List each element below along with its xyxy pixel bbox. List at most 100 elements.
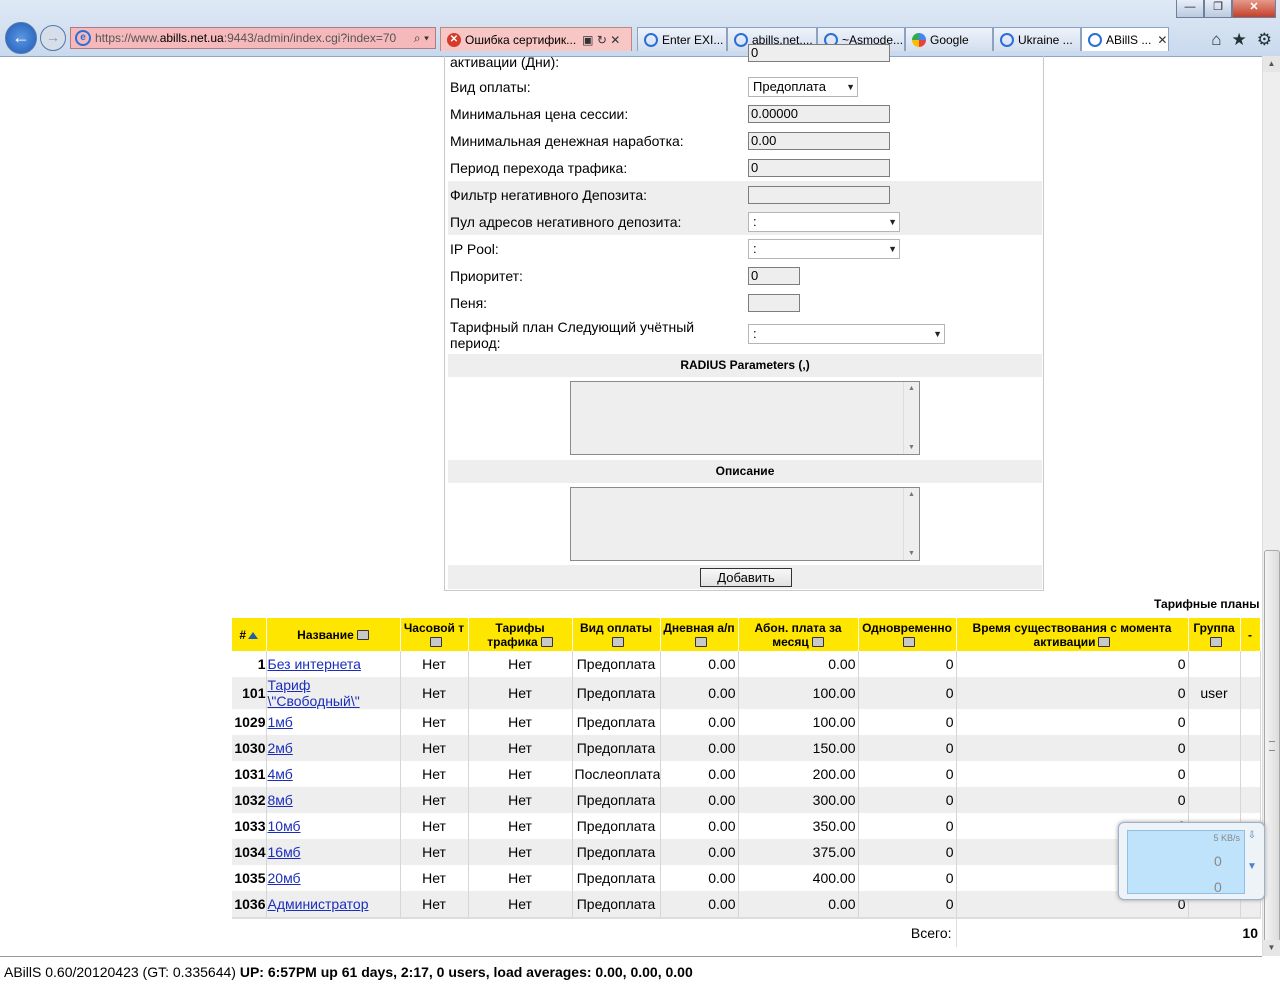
cell-simultaneous: 0	[858, 761, 957, 787]
tab-abills-active[interactable]: ABillS ... ✕	[1081, 27, 1169, 51]
close-tab-icon[interactable]: ✕	[1157, 28, 1167, 51]
sort-icon[interactable]	[1209, 637, 1222, 648]
cell-simultaneous: 0	[858, 813, 957, 839]
download-arrow-icon[interactable]: ⇩	[1245, 830, 1259, 861]
min-money-input[interactable]: 0.00	[748, 132, 890, 150]
cell-monthly: 100.00	[738, 709, 859, 735]
scroll-down-icon[interactable]: ▼	[1263, 940, 1280, 956]
tariff-link[interactable]: 10мб	[268, 818, 301, 834]
tariff-link[interactable]: 16мб	[268, 844, 301, 860]
add-button[interactable]: Добавить	[700, 568, 792, 587]
cell-name: 16мб	[266, 839, 401, 865]
textarea-scrollbar[interactable]: ▲ ▼	[903, 488, 919, 560]
address-url[interactable]: https://www.abills.net.ua:9443/admin/ind…	[95, 31, 414, 45]
address-bar[interactable]: e https://www.abills.net.ua:9443/admin/i…	[70, 27, 436, 49]
sort-icon[interactable]	[429, 637, 442, 648]
penalty-input[interactable]	[748, 294, 800, 312]
cell-id: 1036	[232, 891, 267, 918]
column-header-id[interactable]: #	[232, 618, 267, 651]
tariff-link[interactable]: 1мб	[268, 714, 293, 730]
tariff-link[interactable]: Без интернета	[268, 656, 361, 672]
favorites-star-icon[interactable]: ★	[1232, 30, 1247, 50]
cell-extra	[1240, 709, 1261, 735]
column-header-simultaneous[interactable]: Одновременно	[858, 618, 957, 651]
cell-id: 1033	[232, 813, 267, 839]
column-header-traffic[interactable]: Тарифы трафика	[468, 618, 573, 651]
expand-down-icon[interactable]: ▼	[1245, 861, 1259, 892]
cell-hourly: Нет	[400, 709, 469, 735]
tariff-link[interactable]: Тариф \"Свободный\"	[268, 677, 360, 709]
cell-monthly: 150.00	[738, 735, 859, 761]
column-header-group[interactable]: Группа	[1188, 618, 1241, 651]
cell-traffic: Нет	[468, 677, 573, 709]
activation-days-input[interactable]: 0	[748, 44, 890, 62]
sort-icon[interactable]	[694, 637, 707, 648]
cell-lifetime: 0	[956, 709, 1189, 735]
priority-input[interactable]: 0	[748, 267, 800, 285]
network-monitor-widget[interactable]: 5 KB/s 0 0 ⇩ ▼	[1118, 822, 1265, 900]
url-domain: abills.net.ua	[159, 31, 224, 45]
radius-parameters-textarea[interactable]: ▲ ▼	[570, 381, 920, 455]
form-row-min-money: Минимальная денежная наработка: 0.00	[448, 127, 1042, 154]
field-label: Пеня:	[450, 295, 488, 311]
page-scrollbar[interactable]: ▲ ▼	[1262, 56, 1280, 956]
network-speed: 5 KB/s	[1213, 833, 1240, 843]
ip-pool-select[interactable]: : ▼	[748, 239, 900, 259]
column-header-daily[interactable]: Дневная а/п	[660, 618, 739, 651]
select-value: :	[753, 241, 757, 256]
tariff-link[interactable]: 2мб	[268, 740, 293, 756]
close-window-button[interactable]: ✕	[1232, 0, 1276, 18]
column-header-lifetime[interactable]: Время существования с момента активации	[956, 618, 1189, 651]
ie-tab-icon	[644, 32, 658, 47]
tariff-link[interactable]: 8мб	[268, 792, 293, 808]
cell-extra	[1240, 651, 1261, 677]
tariff-link[interactable]: Администратор	[268, 896, 369, 912]
form-row-priority: Приоритет: 0	[448, 262, 1042, 289]
sort-icon[interactable]	[356, 630, 369, 641]
neg-deposit-pool-select[interactable]: : ▼	[748, 212, 900, 232]
table-row: 1036 Администратор Нет Нет Предоплата 0.…	[232, 891, 1261, 918]
cell-name: 4мб	[266, 761, 401, 787]
cell-simultaneous: 0	[858, 735, 957, 761]
description-textarea[interactable]: ▲ ▼	[570, 487, 920, 561]
payment-type-select[interactable]: Предоплата ▼	[748, 77, 858, 97]
column-header-payment[interactable]: Вид оплаты	[572, 618, 661, 651]
sort-asc-icon[interactable]	[248, 631, 259, 639]
gear-icon[interactable]: ⚙	[1257, 30, 1272, 50]
cell-name: Без интернета	[266, 651, 401, 677]
table-row: 1032 8мб Нет Нет Предоплата 0.00 300.00 …	[232, 787, 1261, 813]
scroll-thumb[interactable]	[1264, 550, 1280, 942]
sort-icon[interactable]	[902, 637, 915, 648]
table-row: 1 Без интернета Нет Нет Предоплата 0.00 …	[232, 651, 1261, 677]
header-label: Тарифы трафика	[487, 620, 545, 649]
column-header-hourly[interactable]: Часовой т	[400, 618, 469, 651]
sort-icon[interactable]	[540, 637, 553, 648]
cell-hourly: Нет	[400, 735, 469, 761]
tariff-link[interactable]: 20мб	[268, 870, 301, 886]
column-header-name[interactable]: Название	[266, 618, 401, 651]
cell-extra	[1240, 677, 1261, 709]
min-session-price-input[interactable]: 0.00000	[748, 105, 890, 123]
cell-traffic: Нет	[468, 891, 573, 918]
back-button[interactable]: ←	[5, 22, 37, 54]
column-header-monthly[interactable]: Абон. плата за месяц	[738, 618, 859, 651]
next-tariff-select[interactable]: : ▼	[748, 324, 945, 344]
address-search-icon[interactable]: ⌕ ▾	[414, 31, 429, 46]
sort-icon[interactable]	[1098, 637, 1111, 648]
forward-button[interactable]: →	[40, 25, 66, 51]
textarea-scrollbar[interactable]: ▲ ▼	[903, 382, 919, 454]
column-header-extra[interactable]: -	[1240, 618, 1261, 651]
form-row-payment-type: Вид оплаты: Предоплата ▼	[448, 73, 1042, 100]
tariff-link[interactable]: 4мб	[268, 766, 293, 782]
sort-icon[interactable]	[811, 637, 824, 648]
home-icon[interactable]: ⌂	[1211, 30, 1221, 50]
minimize-button[interactable]: —	[1176, 0, 1204, 18]
cell-daily: 0.00	[660, 677, 739, 709]
cell-lifetime: 0	[956, 761, 1189, 787]
traffic-period-input[interactable]: 0	[748, 159, 890, 177]
cell-daily: 0.00	[660, 735, 739, 761]
scroll-up-icon[interactable]: ▲	[1263, 56, 1280, 72]
sort-icon[interactable]	[611, 637, 624, 648]
neg-deposit-filter-input[interactable]	[748, 186, 890, 204]
maximize-button[interactable]: ❐	[1204, 0, 1232, 18]
